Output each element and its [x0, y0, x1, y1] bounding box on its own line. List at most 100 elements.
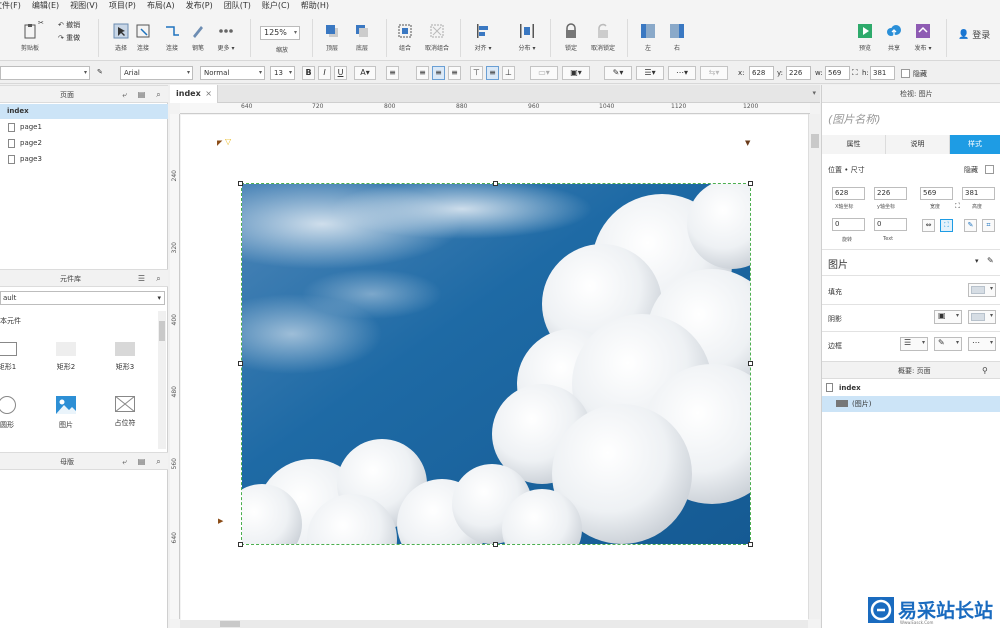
publish-button[interactable]: 发布 ▾ — [906, 23, 940, 52]
y-input[interactable]: 226 — [874, 187, 907, 200]
w-input[interactable]: 569 — [920, 187, 953, 200]
menu-icon[interactable]: ☰ — [137, 274, 146, 283]
rotate-input[interactable]: 0 — [832, 218, 865, 231]
design-canvas[interactable]: ◤ ▽ ▼ ▶ — [181, 115, 808, 620]
add-master-icon[interactable]: ⤶ — [120, 457, 129, 466]
tab-index[interactable]: index × — [170, 85, 218, 103]
lock-button[interactable]: 锁定 — [554, 23, 588, 52]
cut-icon[interactable]: ✂ — [38, 19, 44, 27]
shadow-dropdown[interactable]: ▣ ▾ — [934, 310, 962, 324]
shadow-color-dropdown[interactable]: ▾ — [968, 310, 996, 324]
style-select[interactable]: ▾ — [0, 66, 90, 80]
close-icon[interactable]: × — [205, 85, 212, 103]
hidden-checkbox[interactable] — [901, 69, 910, 78]
edit-style-icon[interactable]: ✎ — [987, 256, 994, 265]
h-input[interactable]: 381 — [870, 66, 895, 80]
resize-handle[interactable] — [748, 181, 753, 186]
shadow-button[interactable]: ▣▾ — [562, 66, 590, 80]
undo-button[interactable]: ↶ 撤销 — [58, 20, 80, 30]
resize-handle[interactable] — [238, 542, 243, 547]
menu-team[interactable]: 团队(T) — [224, 0, 251, 11]
distribute-button[interactable]: 分布 ▾ — [510, 23, 544, 52]
x-input[interactable]: 628 — [749, 66, 774, 80]
fit-content-button[interactable]: ⇔ — [922, 219, 935, 232]
outline-item-image[interactable]: (图片) — [822, 396, 1000, 412]
lock-ratio-icon[interactable]: ⛶ — [852, 68, 858, 78]
h-input[interactable]: 381 — [962, 187, 995, 200]
page-item-page1[interactable]: page1 — [0, 120, 168, 135]
valign-bottom-button[interactable]: ⊥ — [502, 66, 515, 80]
widget-image[interactable]: 图片 — [46, 396, 86, 430]
align-center-button[interactable]: ≡ — [432, 66, 445, 80]
crop-button[interactable]: ⌗ — [982, 219, 995, 232]
login-button[interactable]: 👤 登录 — [958, 28, 990, 42]
scrollbar-thumb[interactable] — [220, 621, 240, 627]
resize-handle[interactable] — [493, 542, 498, 547]
line-color-button[interactable]: ✎▾ — [604, 66, 632, 80]
menu-account[interactable]: 账户(C) — [262, 0, 290, 11]
underline-button[interactable]: U — [334, 66, 347, 80]
fill-color-button[interactable]: ▭▾ — [530, 66, 558, 80]
search-icon[interactable]: ⌕ — [154, 457, 163, 466]
tab-style[interactable]: 样式 — [950, 135, 1000, 154]
widget-placeholder[interactable]: 占位符 — [105, 396, 145, 428]
format-painter-icon[interactable]: ✎ — [97, 68, 103, 76]
tab-menu-icon[interactable]: ▾ — [812, 89, 816, 97]
zoom-select[interactable]: 125% ▾ — [260, 26, 300, 40]
chevron-down-icon[interactable]: ▾ — [975, 257, 979, 265]
menu-view[interactable]: 视图(V) — [70, 0, 98, 11]
library-select[interactable]: ault ▾ — [0, 291, 165, 305]
border-width-dropdown[interactable]: ☰ ▾ — [900, 337, 928, 351]
resize-handle[interactable] — [238, 361, 243, 366]
line-width-button[interactable]: ☰▾ — [636, 66, 664, 80]
horizontal-scrollbar[interactable] — [180, 620, 808, 628]
bold-button[interactable]: B — [302, 66, 315, 80]
page-item-page2[interactable]: page2 — [0, 136, 168, 151]
menu-project[interactable]: 项目(P) — [109, 0, 136, 11]
page-item-index[interactable]: index — [0, 104, 168, 119]
ungroup-button[interactable]: 取消组合 — [420, 23, 454, 52]
text-rotate-input[interactable]: 0 — [874, 218, 907, 231]
bring-to-top-button[interactable]: 顶层 — [315, 23, 349, 52]
arrow-style-button[interactable]: ⇆▾ — [700, 66, 728, 80]
widget-rect3[interactable]: 矩形3 — [105, 342, 145, 372]
font-style-select[interactable]: Normal ▾ — [200, 66, 265, 80]
valign-middle-button[interactable]: ≡ — [486, 66, 499, 80]
menu-layout[interactable]: 布局(A) — [147, 0, 175, 11]
resize-handle[interactable] — [748, 361, 753, 366]
widget-circle[interactable]: 圆形 — [0, 396, 27, 430]
clipboard-button[interactable]: 剪贴板 — [10, 23, 50, 52]
unlock-button[interactable]: 取消锁定 — [586, 23, 620, 52]
more-button[interactable]: 更多 ▾ — [209, 23, 243, 52]
tab-notes[interactable]: 说明 — [886, 135, 950, 154]
outline-item-page[interactable]: index — [822, 380, 1000, 396]
resize-handle[interactable] — [238, 181, 243, 186]
hidden-checkbox[interactable] — [985, 165, 994, 174]
filter-icon[interactable]: ⚲ — [982, 362, 988, 380]
library-scrollbar[interactable] — [158, 311, 166, 449]
search-icon[interactable]: ⌕ — [154, 90, 163, 99]
fill-color-dropdown[interactable]: ▾ — [968, 283, 996, 297]
pin-button[interactable]: ✎ — [964, 219, 977, 232]
redo-button[interactable]: ↷ 重做 — [58, 33, 80, 43]
bullet-list-button[interactable]: ≡ — [386, 66, 399, 80]
menu-edit[interactable]: 编辑(E) — [32, 0, 59, 11]
lock-ratio-icon[interactable]: ⛶ — [955, 202, 960, 211]
send-to-bottom-button[interactable]: 底层 — [345, 23, 379, 52]
x-input[interactable]: 628 — [832, 187, 865, 200]
align-left-button[interactable]: ≡ — [416, 66, 429, 80]
resize-handle[interactable] — [493, 181, 498, 186]
align-button[interactable]: 对齐 ▾ — [466, 23, 500, 52]
w-input[interactable]: 569 — [825, 66, 850, 80]
italic-button[interactable]: I — [318, 66, 331, 80]
group-button[interactable]: 组合 — [388, 23, 422, 52]
line-style-button[interactable]: ⋯▾ — [668, 66, 696, 80]
menu-help[interactable]: 帮助(H) — [301, 0, 329, 11]
menu-file[interactable]: 文件(F) — [0, 0, 21, 11]
cloud-image[interactable] — [241, 183, 751, 545]
fit-image-button[interactable]: ⛶ — [940, 219, 953, 232]
font-family-select[interactable]: Arial ▾ — [120, 66, 193, 80]
align-right-button[interactable]: ≡ — [448, 66, 461, 80]
y-input[interactable]: 226 — [786, 66, 811, 80]
vertical-scrollbar[interactable] — [808, 114, 820, 619]
